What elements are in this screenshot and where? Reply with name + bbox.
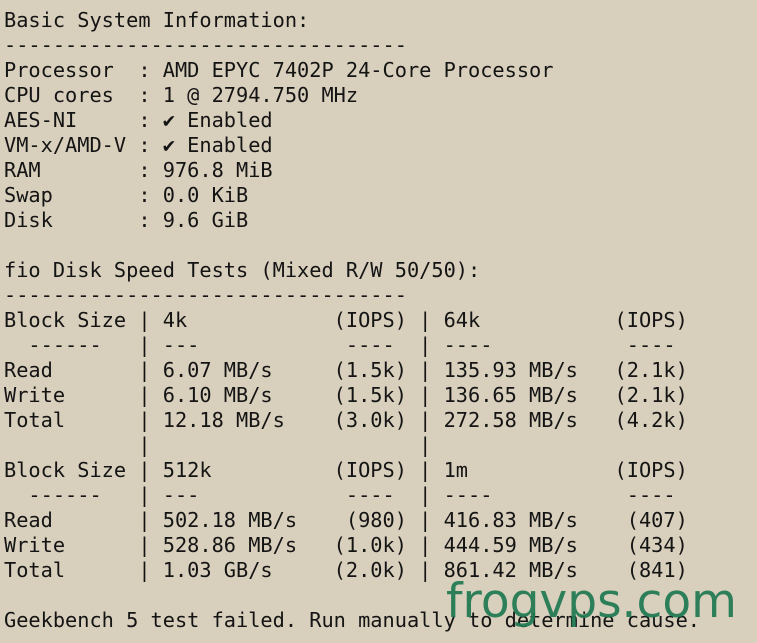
cpu-cores-row: CPU cores : 1 @ 2794.750 MHz xyxy=(4,83,359,107)
fio-write-row: Write | 528.86 MB/s (1.0k) | 444.59 MB/s… xyxy=(4,533,688,557)
watermark-logo: frogvps.com xyxy=(446,574,737,629)
aes-ni-row: AES-NI : ✔ Enabled xyxy=(4,108,273,132)
ram-row: RAM : 976.8 MiB xyxy=(4,158,273,182)
separator-line: --------------------------------- xyxy=(4,33,407,57)
fio-header-row: Block Size | 512k (IOPS) | 1m (IOPS) xyxy=(4,458,688,482)
fio-spacer-row: | | xyxy=(4,433,432,457)
section-title-fio: fio Disk Speed Tests (Mixed R/W 50/50): xyxy=(4,258,481,282)
fio-read-row: Read | 502.18 MB/s (980) | 416.83 MB/s (… xyxy=(4,508,688,532)
fio-header-row: Block Size | 4k (IOPS) | 64k (IOPS) xyxy=(4,308,688,332)
fio-header-underline: ------ | --- ---- | ---- ---- xyxy=(4,333,676,357)
vmx-amdv-row: VM-x/AMD-V : ✔ Enabled xyxy=(4,133,273,157)
swap-row: Swap : 0.0 KiB xyxy=(4,183,249,207)
disk-row: Disk : 9.6 GiB xyxy=(4,208,249,232)
fio-header-underline: ------ | --- ---- | ---- ---- xyxy=(4,483,676,507)
terminal-output: Basic System Information: ---------------… xyxy=(4,8,754,633)
processor-row: Processor : AMD EPYC 7402P 24-Core Proce… xyxy=(4,58,554,82)
section-title-system-info: Basic System Information: xyxy=(4,8,310,32)
fio-total-row: Total | 12.18 MB/s (3.0k) | 272.58 MB/s … xyxy=(4,408,688,432)
separator-line: --------------------------------- xyxy=(4,283,407,307)
fio-write-row: Write | 6.10 MB/s (1.5k) | 136.65 MB/s (… xyxy=(4,383,688,407)
fio-read-row: Read | 6.07 MB/s (1.5k) | 135.93 MB/s (2… xyxy=(4,358,688,382)
